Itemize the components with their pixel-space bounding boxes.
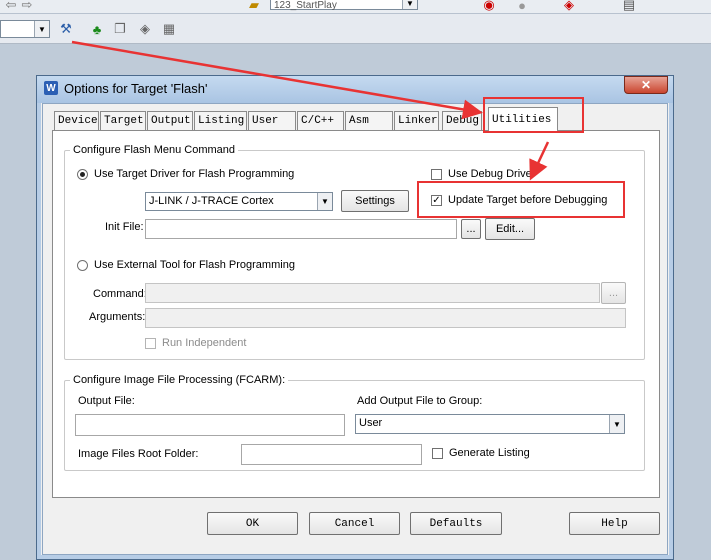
annotation-arrow-to-utilities [71, 40, 483, 120]
annotation-arrows [71, 40, 550, 181]
tab-utilities[interactable]: Utilities [488, 107, 558, 131]
annotation-arrow-to-update-target [529, 141, 550, 181]
